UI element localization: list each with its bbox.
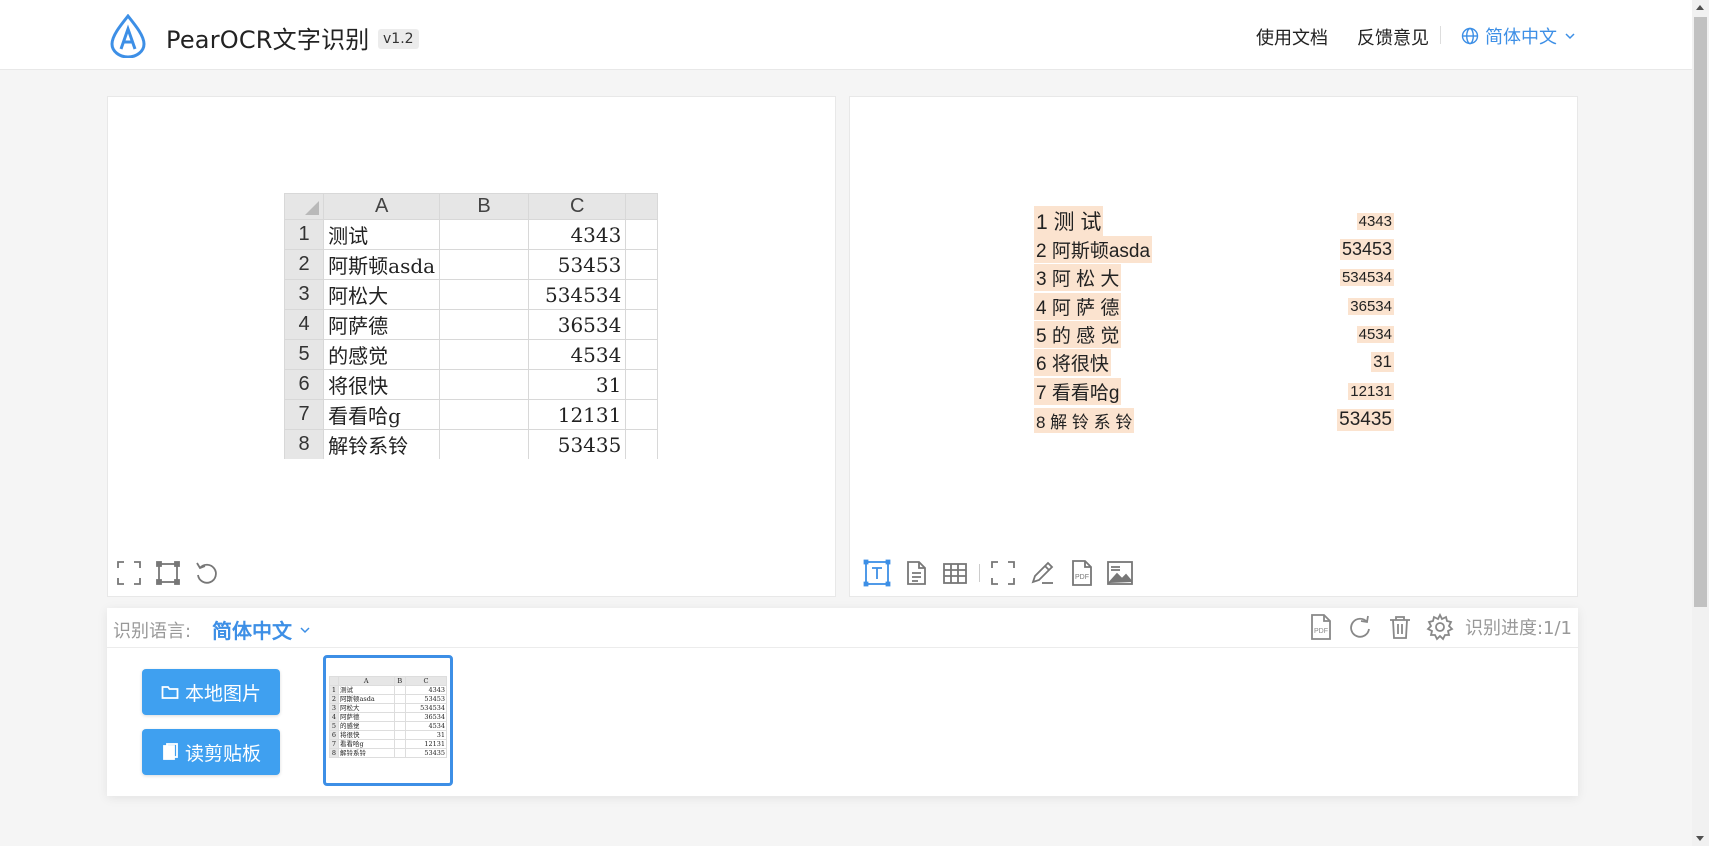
svg-text:PDF: PDF — [1314, 628, 1328, 635]
image-export-icon[interactable] — [1105, 558, 1135, 588]
ocr-line[interactable]: 534534 — [1339, 268, 1394, 286]
chevron-down-icon — [300, 626, 310, 633]
column-header: B — [439, 193, 530, 220]
table-row: 8 解铃系铃 53435 — [284, 429, 658, 459]
clipboard-button[interactable]: 读剪贴板 — [142, 729, 280, 775]
scroll-down-arrow-icon[interactable] — [1696, 836, 1704, 841]
image-toolbar — [114, 558, 231, 588]
folder-icon — [161, 686, 179, 699]
toolbar-divider — [979, 564, 980, 582]
trash-icon[interactable] — [1385, 612, 1415, 642]
local-image-label: 本地图片 — [184, 682, 261, 705]
table-row: 7 看看哈g 12131 — [284, 399, 658, 430]
ocr-line[interactable]: 5 的 感 觉 — [1034, 320, 1122, 348]
batch-tools: PDF 识别进度:1/1 — [1305, 612, 1572, 642]
ocr-line[interactable]: 1 测 试 — [1034, 206, 1104, 236]
image-thumbnail[interactable]: ABC 1 测试 4343 2 阿斯顿asda 53453 3 阿松大 534534 4 阿萨… — [323, 655, 453, 786]
rotate-icon[interactable] — [192, 558, 222, 588]
refresh-icon[interactable] — [1345, 612, 1375, 642]
fullscreen-icon[interactable] — [114, 558, 144, 588]
scroll-up-arrow-icon[interactable] — [1696, 5, 1704, 10]
table-mode-icon[interactable] — [940, 558, 970, 588]
column-header: C — [528, 193, 627, 220]
language-selector[interactable]: 简体中文 — [1461, 23, 1577, 49]
ocr-line[interactable]: 31 — [1371, 352, 1394, 372]
bottom-panel: 识别语言: 简体中文 PDF 识别进度:1/1 本地图片 读剪贴板 ABC 1测… — [107, 608, 1578, 796]
ocr-line[interactable]: 6 将很快 — [1034, 348, 1111, 376]
ocr-line[interactable]: 2 阿斯顿asda — [1034, 235, 1153, 263]
local-image-button[interactable]: 本地图片 — [142, 669, 280, 715]
ocr-line[interactable]: 3 阿 松 大 — [1034, 263, 1122, 291]
language-label: 简体中文 — [1485, 27, 1557, 48]
edit-pen-icon[interactable] — [1027, 558, 1057, 588]
pdf-export-icon[interactable]: PDF — [1305, 612, 1335, 642]
document-mode-icon[interactable] — [901, 558, 931, 588]
ocr-result-text[interactable]: 1 测 试 4343 2 阿斯顿asda 53453 3 阿 松 大 53453… — [1034, 206, 1394, 439]
ocr-line[interactable]: 4 阿 萨 德 — [1034, 292, 1122, 320]
text-mode-icon[interactable] — [862, 558, 892, 588]
recognition-language-value: 简体中文 — [212, 619, 292, 643]
ocr-line[interactable]: 53453 — [1339, 238, 1394, 260]
top-header: PearOCR文字识别 v1.2 使用文档 反馈意见 简体中文 — [0, 0, 1692, 70]
ocr-result-panel: 1 测 试 4343 2 阿斯顿asda 53453 3 阿 松 大 53453… — [849, 96, 1578, 597]
column-header: A — [323, 193, 441, 220]
recognition-progress: 识别进度:1/1 — [1464, 618, 1572, 639]
docs-link[interactable]: 使用文档 — [1256, 24, 1328, 50]
source-image: A B C 1 测试 4343 2 阿斯顿asda 53453 3 阿松大 534534 4… — [284, 193, 658, 459]
ocr-line[interactable]: 4534 — [1356, 325, 1394, 343]
ocr-line[interactable]: 36534 — [1348, 297, 1394, 315]
feedback-link[interactable]: 反馈意见 — [1357, 24, 1429, 50]
nav-divider — [1440, 26, 1441, 44]
pdf-export-icon[interactable]: PDF — [1066, 558, 1096, 588]
table-row: 5 的感觉 4534 — [284, 339, 658, 370]
table-row: 3 阿松大 534534 — [284, 279, 658, 310]
ocr-line[interactable]: 4343 — [1356, 212, 1394, 230]
crop-icon[interactable] — [153, 558, 183, 588]
recognition-language-label: 识别语言: — [113, 621, 192, 642]
clipboard-icon — [163, 743, 178, 760]
fullscreen-icon[interactable] — [988, 558, 1018, 588]
table-row: 6 将很快 31 — [284, 369, 658, 400]
version-badge: v1.2 — [378, 29, 419, 49]
table-row: 4 阿萨德 36534 — [284, 309, 658, 340]
ocr-line[interactable]: 7 看看哈g — [1034, 377, 1122, 405]
table-row: 1 测试 4343 — [284, 219, 658, 250]
scrollbar-thumb[interactable] — [1694, 17, 1707, 607]
pearocr-logo-icon[interactable] — [108, 14, 148, 58]
chevron-down-icon — [1565, 33, 1575, 40]
ocr-line[interactable]: 8 解 铃 系 铃 — [1034, 407, 1135, 433]
ocr-line[interactable]: 12131 — [1348, 382, 1394, 400]
result-toolbar: PDF — [862, 558, 1144, 588]
settings-gear-icon[interactable] — [1425, 612, 1455, 642]
image-preview-panel: A B C 1 测试 4343 2 阿斯顿asda 53453 3 阿松大 534534 4… — [107, 96, 836, 597]
thumbnail-preview: ABC 1 测试 4343 2 阿斯顿asda 53453 3 阿松大 534534 4 阿萨… — [329, 676, 447, 764]
ocr-line[interactable]: 53435 — [1337, 409, 1394, 431]
globe-icon — [1461, 27, 1479, 45]
recognition-language-select[interactable]: 简体中文 — [212, 615, 312, 644]
clipboard-label: 读剪贴板 — [184, 742, 261, 765]
table-row: 2 阿斯顿asda 53453 — [284, 249, 658, 280]
app-title: PearOCR文字识别 — [166, 26, 370, 54]
bottom-toolbar: 识别语言: 简体中文 PDF 识别进度:1/1 — [107, 608, 1578, 648]
svg-text:PDF: PDF — [1075, 574, 1089, 581]
